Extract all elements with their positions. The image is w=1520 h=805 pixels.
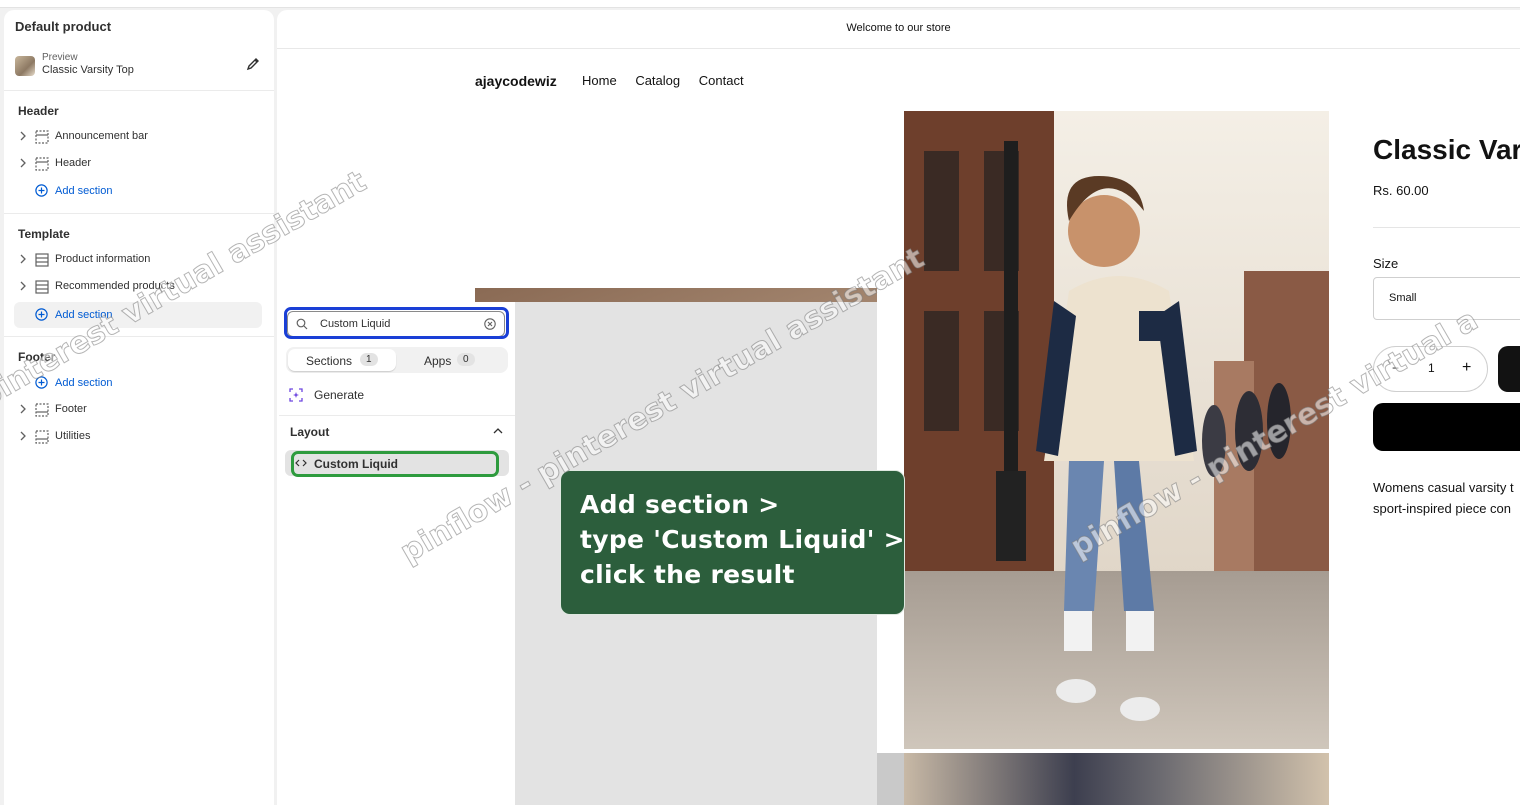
- tab-apps[interactable]: Apps 0: [398, 349, 506, 371]
- theme-editor-sidebar: Default product Preview Classic Varsity …: [4, 10, 274, 805]
- tree-item-label: Footer: [55, 403, 87, 415]
- divider: [4, 90, 274, 91]
- size-select[interactable]: Small: [1373, 277, 1520, 320]
- tree-item-utilities[interactable]: Utilities: [14, 425, 262, 449]
- divider: [279, 415, 515, 416]
- add-to-cart-button[interactable]: [1498, 346, 1520, 392]
- callout-line: Add section >: [580, 490, 780, 519]
- announcement-bar[interactable]: Welcome to our store: [277, 10, 1520, 49]
- chevron-right-icon[interactable]: [18, 403, 28, 415]
- nav-link-catalog[interactable]: Catalog: [635, 73, 680, 88]
- store-nav: Home Catalog Contact: [582, 73, 759, 88]
- count-badge: 1: [360, 353, 378, 366]
- tab-label: Apps: [424, 354, 452, 368]
- qty-minus-button[interactable]: −: [1392, 361, 1399, 375]
- plus-circle-icon: [35, 184, 48, 197]
- highlight-box-search: [284, 307, 509, 339]
- tab-label: Sections: [306, 354, 353, 368]
- picker-tabs: Sections 1 Apps 0: [286, 347, 508, 373]
- nav-link-home[interactable]: Home: [582, 73, 617, 88]
- product-photo: [904, 111, 1329, 749]
- section-icon: [35, 157, 49, 171]
- tree-item-product-information[interactable]: Product information: [14, 248, 262, 272]
- preview-product-name: Classic Varsity Top: [42, 64, 134, 76]
- product-title: Classic Var: [1373, 134, 1520, 165]
- preview-label: Preview: [42, 52, 78, 63]
- tree-item-label: Recommended products: [55, 280, 175, 292]
- add-section-header[interactable]: Add section: [14, 178, 262, 204]
- add-section-template[interactable]: Add section: [14, 302, 262, 328]
- preview-selector[interactable]: Preview Classic Varsity Top: [15, 52, 267, 82]
- callout-line: type 'Custom Liquid' >: [580, 525, 905, 554]
- generate-label: Generate: [314, 388, 365, 402]
- pencil-icon[interactable]: [245, 56, 261, 72]
- divider: [1373, 227, 1520, 228]
- buy-now-button[interactable]: [1373, 403, 1520, 451]
- count-badge: 0: [457, 353, 475, 366]
- qty-value[interactable]: 1: [1428, 361, 1435, 375]
- tree-item-label: Header: [55, 157, 92, 169]
- product-price: Rs. 60.00: [1373, 183, 1429, 198]
- chevron-right-icon[interactable]: [18, 280, 28, 292]
- product-description: Womens casual varsity t sport-inspired p…: [1373, 477, 1514, 519]
- section-icon: [35, 430, 49, 444]
- tree-item-label: Announcement bar: [55, 130, 148, 142]
- tree-item-announcement-bar[interactable]: Announcement bar: [14, 125, 262, 149]
- divider: [4, 336, 274, 337]
- description-line: Womens casual varsity t: [1373, 480, 1514, 495]
- announcement-text: Welcome to our store: [846, 22, 951, 34]
- chevron-right-icon[interactable]: [18, 130, 28, 142]
- add-section-footer[interactable]: Add section: [14, 370, 262, 396]
- section-icon: [35, 130, 49, 144]
- group-title-layout: Layout: [290, 425, 330, 439]
- section-icon: [35, 253, 49, 267]
- description-line: sport-inspired piece con: [1373, 501, 1512, 516]
- tree-item-footer[interactable]: Footer: [14, 398, 262, 422]
- instruction-callout: Add section > type 'Custom Liquid' > cli…: [560, 470, 905, 615]
- group-title-footer: Footer: [18, 350, 56, 364]
- chevron-right-icon[interactable]: [18, 430, 28, 442]
- tree-item-recommended-products[interactable]: Recommended products: [14, 275, 262, 299]
- nav-link-contact[interactable]: Contact: [699, 73, 744, 88]
- store-logo[interactable]: ajaycodewiz: [475, 73, 557, 89]
- product-image-main[interactable]: [904, 111, 1329, 749]
- plus-circle-icon: [35, 376, 48, 389]
- section-icon: [35, 280, 49, 294]
- product-image-thumb[interactable]: [904, 753, 1329, 805]
- add-section-label: Add section: [55, 377, 113, 389]
- page-title[interactable]: Default product: [15, 19, 111, 34]
- size-label: Size: [1373, 256, 1399, 271]
- image-strip: [877, 753, 904, 805]
- qty-plus-button[interactable]: +: [1462, 359, 1471, 377]
- chevron-right-icon[interactable]: [18, 253, 28, 265]
- tree-item-label: Utilities: [55, 430, 91, 442]
- group-title-header: Header: [18, 104, 59, 118]
- quantity-stepper[interactable]: − 1 +: [1373, 346, 1488, 392]
- top-bar: [0, 0, 1520, 8]
- chevron-up-icon[interactable]: [493, 427, 503, 435]
- add-section-label: Add section: [55, 185, 113, 197]
- group-title-template: Template: [18, 227, 70, 241]
- tree-item-label: Product information: [55, 253, 151, 265]
- size-value: Small: [1389, 292, 1417, 304]
- section-icon: [35, 403, 49, 417]
- divider: [4, 213, 274, 214]
- section-picker: Custom Liquid Sections 1 Apps 0 Generate…: [279, 302, 516, 805]
- product-thumbnail: [15, 56, 35, 76]
- tree-item-header[interactable]: Header: [14, 152, 262, 176]
- callout-line: click the result: [580, 560, 795, 589]
- highlight-box-result: [291, 451, 499, 477]
- tab-sections[interactable]: Sections 1: [288, 349, 396, 371]
- plus-circle-icon: [35, 308, 48, 321]
- add-section-label: Add section: [55, 309, 113, 321]
- chevron-right-icon[interactable]: [18, 157, 28, 169]
- sparkle-generate-icon: [289, 388, 303, 402]
